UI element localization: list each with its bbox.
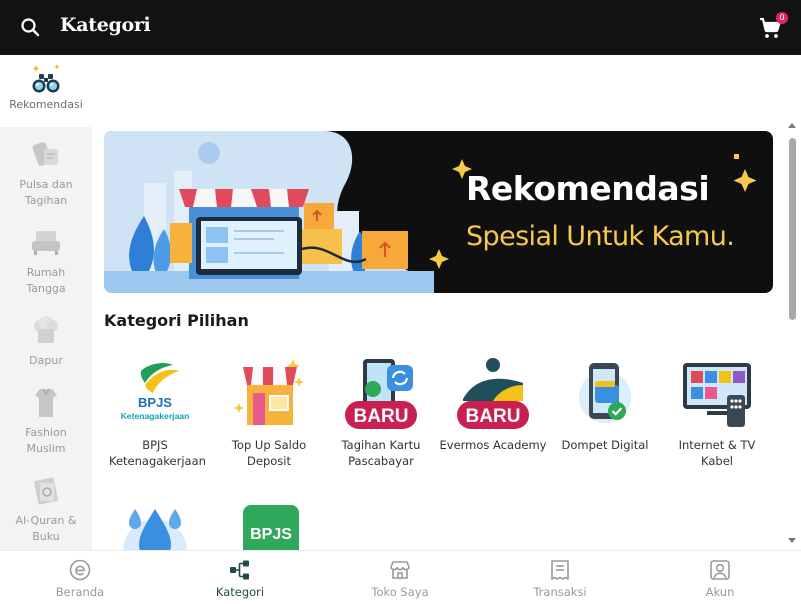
- nav-kategori[interactable]: Kategori: [190, 559, 290, 599]
- category-bpjs-ketenagakerjaan[interactable]: BPJS Ketenagakerjaan BPJS Ketenagakerjaa…: [100, 355, 210, 469]
- nav-label: Transaksi: [533, 585, 587, 599]
- sidebar-item-label: Pulsa dan Tagihan: [19, 178, 73, 207]
- category-air-pdam[interactable]: [100, 499, 210, 550]
- category-tagihan-pascabayar[interactable]: BARU Tagihan Kartu Pascabayar: [326, 355, 436, 469]
- store-icon: [234, 359, 304, 425]
- category-label: Top Up Saldo Deposit: [231, 438, 307, 468]
- category-label: Tagihan Kartu Pascabayar: [341, 438, 421, 468]
- sofa-icon: [32, 231, 60, 255]
- banner-illustration: [104, 131, 757, 293]
- category-label: Evermos Academy: [439, 438, 547, 452]
- phone-refresh-icon: BARU: [345, 359, 417, 429]
- binoculars-icon: [32, 64, 60, 93]
- sidebar-item-label: Al-Quran & Buku: [15, 514, 77, 543]
- category-evermos-academy[interactable]: BARU Evermos Academy: [438, 355, 548, 453]
- sidebar-item-label: Dapur: [29, 354, 63, 367]
- main-content: Rekomendasi Spesial Untuk Kamu. Kategori…: [92, 55, 801, 550]
- wallet-phone-icon: [579, 363, 631, 423]
- category-internet-tv[interactable]: Internet & TV Kabel: [662, 355, 772, 469]
- banner-subtitle: Spesial Untuk Kamu.: [466, 221, 735, 252]
- sidebar-item-dapur[interactable]: Dapur: [0, 313, 92, 369]
- category-sidebar: Rekomendasi Pulsa dan Tagihan Rumah Tang…: [0, 55, 92, 550]
- category-dompet-digital[interactable]: Dompet Digital: [550, 355, 660, 453]
- sidebar-item-alquran-buku[interactable]: Al-Quran & Buku: [0, 473, 92, 545]
- nav-label: Kategori: [215, 585, 265, 599]
- scroll-down-arrow[interactable]: [788, 538, 796, 543]
- shop-icon: [390, 561, 410, 579]
- sidebar-item-label: Rumah Tangga: [26, 266, 66, 295]
- nav-akun[interactable]: Akun: [670, 559, 770, 599]
- home-e-icon: [69, 559, 91, 581]
- sidebar-item-label: Rekomendasi: [9, 98, 83, 111]
- nav-beranda[interactable]: Beranda: [30, 559, 130, 599]
- book-icon: [34, 477, 58, 505]
- chef-hat-icon: [34, 316, 58, 343]
- sidebar-item-rekomendasi[interactable]: Rekomendasi: [0, 55, 92, 127]
- scroll-up-arrow[interactable]: [788, 123, 796, 128]
- nav-transaksi[interactable]: Transaksi: [510, 559, 610, 599]
- bottom-navigation: Beranda Kategori Toko Saya Transaksi Aku…: [0, 550, 801, 604]
- receipt-icon: [551, 560, 569, 580]
- bpjs-kesehatan-icon: BPJS: [243, 505, 299, 550]
- category-top-up-saldo[interactable]: Top Up Saldo Deposit: [214, 355, 324, 469]
- search-icon[interactable]: [20, 17, 40, 37]
- category-label: BPJS Ketenagakerjaan: [109, 438, 206, 468]
- sidebar-item-rumah-tangga[interactable]: Rumah Tangga: [0, 225, 92, 297]
- scrollbar-thumb[interactable]: [789, 138, 796, 320]
- phone-bill-icon: [32, 142, 58, 166]
- section-title: Kategori Pilihan: [104, 311, 249, 330]
- bpjs-ketenagakerjaan-logo: BPJS Ketenagakerjaan: [121, 363, 190, 421]
- category-network-icon: [230, 560, 249, 580]
- nav-label: Beranda: [55, 585, 105, 599]
- clothing-icon: [35, 388, 57, 417]
- sidebar-item-pulsa-tagihan[interactable]: Pulsa dan Tagihan: [0, 137, 92, 209]
- nav-toko-saya[interactable]: Toko Saya: [350, 559, 450, 599]
- water-drop-icon: [123, 509, 187, 550]
- bpjs-kesehatan-text: BPJS: [250, 526, 292, 543]
- promo-banner[interactable]: Rekomendasi Spesial Untuk Kamu.: [104, 131, 773, 293]
- new-badge-text: BARU: [466, 406, 521, 427]
- account-icon: [710, 560, 730, 580]
- tv-icon: [683, 363, 751, 427]
- nav-label: Akun: [705, 585, 735, 599]
- bpjs-logo-text: BPJS: [138, 395, 172, 410]
- category-label: Internet & TV Kabel: [678, 438, 756, 468]
- page-title: Kategori: [60, 14, 151, 36]
- sidebar-item-label: Fashion Muslim: [25, 426, 67, 455]
- bpjs-logo-subtext: Ketenagakerjaan: [121, 411, 190, 421]
- app-header: Kategori 0: [0, 0, 801, 55]
- sidebar-item-fashion-muslim[interactable]: Fashion Muslim: [0, 385, 92, 457]
- cart-count-badge: 0: [776, 12, 788, 24]
- category-bpjs-kesehatan[interactable]: BPJS: [214, 499, 324, 550]
- category-label: Dompet Digital: [561, 438, 649, 452]
- new-badge-text: BARU: [354, 406, 409, 427]
- academy-icon: BARU: [457, 358, 529, 429]
- nav-label: Toko Saya: [371, 585, 429, 599]
- banner-title: Rekomendasi: [466, 169, 710, 208]
